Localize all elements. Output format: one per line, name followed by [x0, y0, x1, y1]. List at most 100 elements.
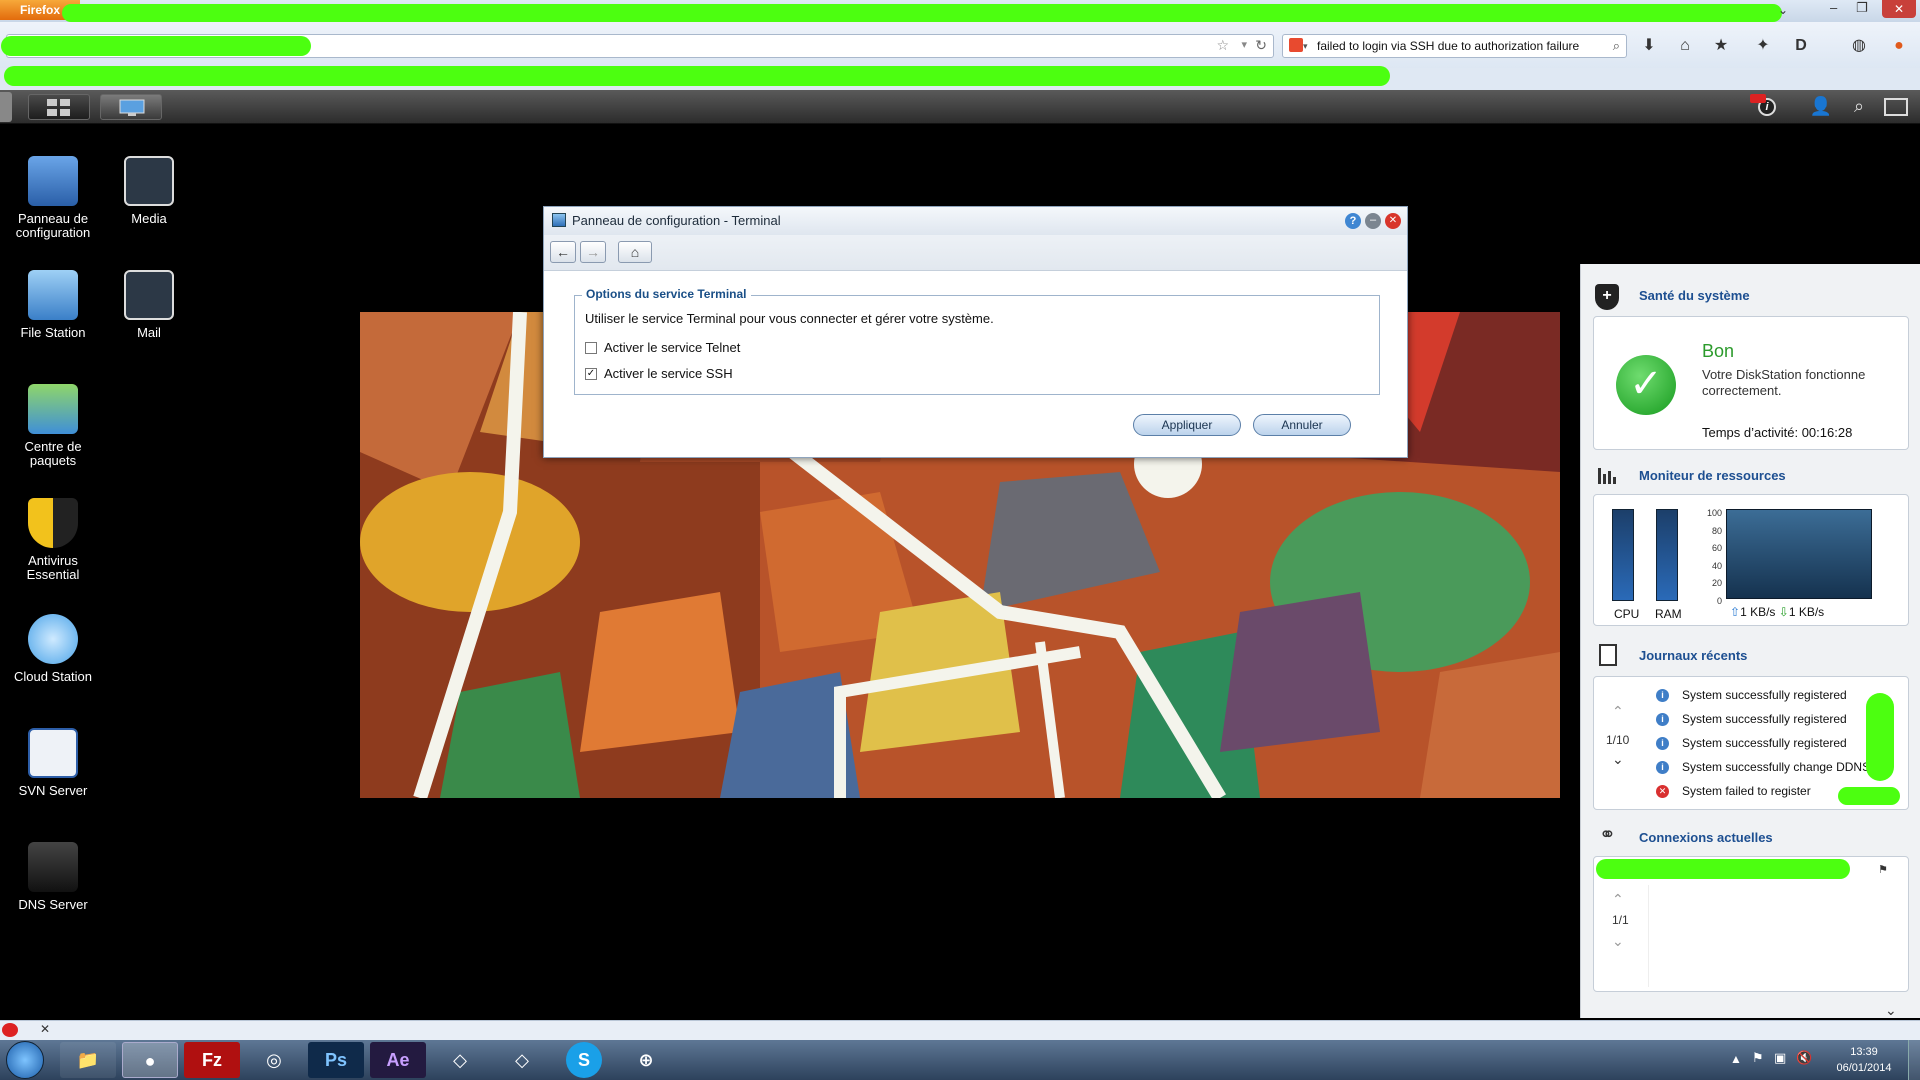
- chevron-down-icon[interactable]: ⌄: [1612, 751, 1624, 768]
- redacted-tabs: [62, 4, 1782, 22]
- log-entry[interactable]: i System successfully registered: [1650, 683, 1900, 707]
- resources-card: CPU RAM 100 80 60 40 20 0 ⇧1 KB/s ⇩1 KB/…: [1593, 494, 1909, 626]
- dsm-collapse-handle[interactable]: [0, 92, 12, 122]
- desktop-icon-cloud-station[interactable]: Cloud Station: [5, 614, 101, 684]
- apply-button[interactable]: Appliquer: [1133, 414, 1241, 436]
- close-icon[interactable]: ✕: [40, 1022, 50, 1036]
- clock-time: 13:39: [1850, 1046, 1878, 1058]
- desktop-icon-svn-server[interactable]: SVN Server: [5, 728, 101, 798]
- icon-label: Antivirus Essential: [26, 553, 80, 582]
- dropdown-icon[interactable]: ▾: [1241, 38, 1247, 51]
- upload-rate: 1 KB/s: [1740, 605, 1776, 619]
- info-icon: i: [1656, 689, 1669, 702]
- cancel-button[interactable]: Annuler: [1253, 414, 1351, 436]
- ssh-checkbox[interactable]: ✓: [585, 368, 597, 380]
- log-entry[interactable]: i System successfully registered: [1650, 707, 1900, 731]
- tick-label: 0: [1716, 595, 1722, 606]
- chevron-up-icon[interactable]: ⌃: [1612, 891, 1624, 908]
- desktop-icon-package-center[interactable]: Centre de paquets: [5, 384, 101, 468]
- back-button[interactable]: ←: [550, 241, 576, 263]
- chevron-up-icon[interactable]: ⌃: [1612, 703, 1624, 720]
- grid-icon: [47, 99, 70, 116]
- desktop-icon-antivirus[interactable]: Antivirus Essential: [5, 498, 101, 582]
- show-desktop-strip[interactable]: [1908, 1040, 1920, 1080]
- bookmarks-menu-icon[interactable]: ★: [1710, 35, 1732, 57]
- desktop-icon-media[interactable]: Media: [101, 156, 197, 226]
- download-icon[interactable]: ⬇: [1638, 35, 1660, 57]
- addon-d-icon[interactable]: D: [1790, 35, 1812, 57]
- dialog-title-bar[interactable]: Panneau de configuration - Terminal ? – …: [544, 207, 1407, 235]
- restore-icon[interactable]: ❐: [1856, 0, 1868, 16]
- search-icon[interactable]: ⌕: [1846, 96, 1872, 118]
- photoshop-taskbar-icon[interactable]: Ps: [308, 1042, 364, 1078]
- explorer-taskbar-icon[interactable]: 📁: [60, 1042, 116, 1078]
- sync-icon[interactable]: ◍: [1848, 35, 1870, 57]
- log-entry[interactable]: i System successfully registered: [1650, 731, 1900, 755]
- firefox-taskbar-icon[interactable]: ●: [122, 1042, 178, 1078]
- search-icon[interactable]: ⌕: [1613, 35, 1620, 57]
- minimize-icon[interactable]: –: [1830, 0, 1837, 15]
- logs-title: Journaux récents: [1639, 648, 1748, 663]
- panel-collapse-icon[interactable]: ⌄: [1885, 1002, 1897, 1019]
- volume-icon[interactable]: 🔇: [1796, 1050, 1812, 1066]
- abp-icon[interactable]: [2, 1023, 18, 1037]
- forward-button[interactable]: →: [580, 241, 606, 263]
- log-text: System successfully registered: [1682, 736, 1847, 750]
- folder-search-icon: [28, 270, 78, 320]
- redacted-log-detail: [1838, 787, 1900, 805]
- main-menu-button[interactable]: [28, 94, 90, 120]
- show-desktop-button[interactable]: [100, 94, 162, 120]
- search-bar[interactable]: ▾ failed to login via SSH due to authori…: [1282, 34, 1627, 58]
- network-icon[interactable]: ▣: [1774, 1050, 1786, 1066]
- url-bar[interactable]: ☆ ▾ ↻: [1, 34, 1274, 58]
- unity-taskbar-icon[interactable]: ◇: [432, 1042, 488, 1078]
- search-engine-dropdown-icon[interactable]: ▾: [1303, 35, 1308, 57]
- control-panel-icon: [28, 156, 78, 206]
- bookmark-star-icon[interactable]: ☆: [1216, 37, 1229, 54]
- widgets-icon[interactable]: [1884, 98, 1908, 116]
- home-icon[interactable]: ⌂: [1674, 35, 1696, 57]
- help-icon[interactable]: ?: [1345, 213, 1361, 229]
- addon-icon[interactable]: ✦: [1752, 35, 1774, 57]
- telnet-label[interactable]: Activer le service Telnet: [604, 340, 740, 355]
- desktop-icon-control-panel[interactable]: Panneau de configuration: [5, 156, 101, 240]
- icon-label: Mail: [137, 325, 161, 340]
- close-icon[interactable]: ✕: [1385, 213, 1401, 229]
- close-icon[interactable]: ✕: [1882, 0, 1916, 18]
- kick-user-icon[interactable]: ⚑: [1878, 863, 1888, 876]
- chevron-down-icon[interactable]: ⌄: [1778, 3, 1788, 17]
- show-hidden-icons[interactable]: ▲: [1730, 1052, 1742, 1066]
- reload-icon[interactable]: ↻: [1255, 37, 1267, 54]
- addon-firefox-icon[interactable]: ●: [1888, 35, 1910, 57]
- app-taskbar-icon[interactable]: ⊕: [618, 1042, 674, 1078]
- log-text: System successfully change DDNS: [1682, 760, 1871, 774]
- download-rate: 1 KB/s: [1788, 605, 1825, 619]
- desktop-icon-mail[interactable]: Mail: [101, 270, 197, 340]
- desktop-icon-file-station[interactable]: File Station: [5, 270, 101, 340]
- action-center-icon[interactable]: ⚑: [1752, 1050, 1764, 1066]
- cloud-icon: [28, 614, 78, 664]
- redacted-bookmarks: [4, 66, 1390, 86]
- log-entry[interactable]: i System successfully change DDNS: [1650, 755, 1900, 779]
- ssh-label[interactable]: Activer le service SSH: [604, 366, 733, 381]
- filezilla-taskbar-icon[interactable]: Fz: [184, 1042, 240, 1078]
- chevron-down-icon[interactable]: ⌄: [1612, 933, 1624, 950]
- tick-label: 20: [1711, 578, 1722, 589]
- notifications-icon[interactable]: i: [1750, 94, 1784, 118]
- icon-label: Cloud Station: [13, 669, 93, 684]
- search-engine-icon[interactable]: [1289, 38, 1303, 52]
- desktop-icon-dns-server[interactable]: DNS Server: [5, 842, 101, 912]
- minimize-icon[interactable]: –: [1365, 213, 1381, 229]
- telnet-checkbox[interactable]: [585, 342, 597, 354]
- start-button[interactable]: [6, 1041, 44, 1079]
- clock[interactable]: 13:39 06/01/2014: [1834, 1044, 1894, 1076]
- home-button[interactable]: ⌂: [618, 241, 652, 263]
- user-icon[interactable]: 👤: [1808, 96, 1834, 118]
- network-chart: [1726, 509, 1872, 599]
- tick-label: 100: [1706, 508, 1722, 518]
- app-taskbar-icon[interactable]: ◎: [246, 1042, 302, 1078]
- skype-taskbar-icon[interactable]: S: [566, 1042, 602, 1078]
- unity-taskbar-icon[interactable]: ◇: [494, 1042, 550, 1078]
- upload-icon: ⇧: [1730, 605, 1741, 619]
- after-effects-taskbar-icon[interactable]: Ae: [370, 1042, 426, 1078]
